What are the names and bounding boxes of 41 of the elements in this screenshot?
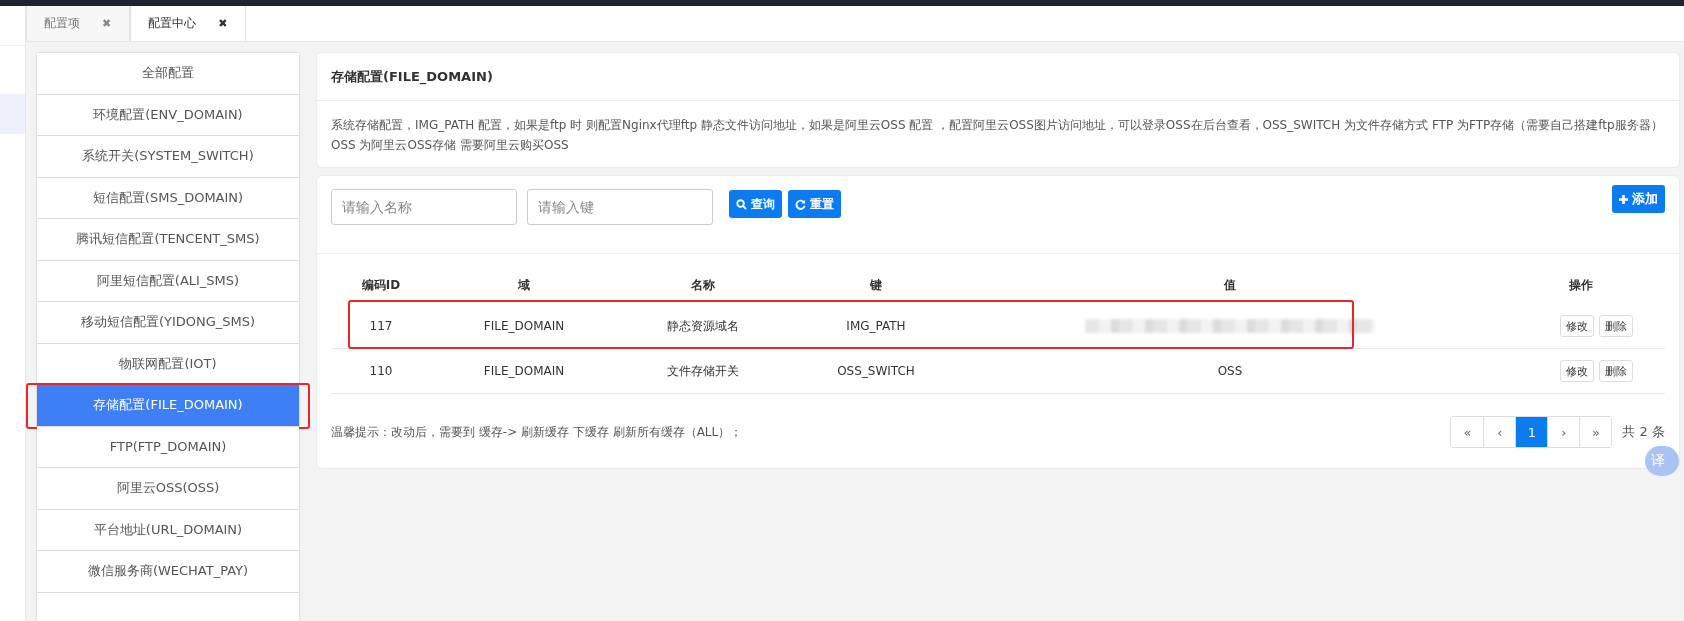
search-icon [736,198,747,210]
total-count: 共 2 条 [1622,423,1665,441]
delete-button[interactable]: 删除 [1598,360,1633,382]
table-cell-text: 110 [368,364,394,378]
sidebar-item[interactable]: 存储配置(FILE_DOMAIN) [37,385,299,427]
query-button[interactable]: 查询 [729,190,782,218]
table-cell-text: 静态资源域名 [666,317,740,335]
table-cell-text: FILE_DOMAIN [482,364,566,378]
table-cell-text: IMG_PATH [845,319,907,333]
tab[interactable]: 配置项 ✖ [26,6,131,41]
table-cell-text: 文件存储开关 [666,362,740,380]
sidebar-item[interactable]: FTP(FTP_DOMAIN) [37,426,299,468]
sidebar-item[interactable]: 全部配置 [37,53,299,95]
card-title: 存储配置(FILE_DOMAIN) [331,67,493,86]
add-button[interactable]: 添加 [1612,185,1665,213]
column-header: 名称 [690,277,716,294]
column-header: 键 [869,277,883,294]
tab[interactable]: 配置中心 ✖ [130,6,247,41]
column-header: 域 [516,277,531,294]
plus-icon [1619,194,1628,204]
refresh-icon [795,198,806,210]
key-search-field[interactable]: 请输入键 [527,189,713,225]
tab-label: 配置中心 [148,15,197,32]
close-icon[interactable]: ✖ [218,17,228,30]
edit-button[interactable]: 修改 [1559,315,1594,337]
table-cell-text: FILE_DOMAIN [482,319,566,333]
table-cell-text: OSS_SWITCH [836,364,916,378]
last-page-button[interactable]: » [1579,417,1612,447]
tab-label: 配置项 [44,15,80,32]
description: 系统存储配置，IMG_PATH 配置，如果是ftp 时 则配置Nginx代理ftp 静态文件访问地址，如果是阿里云OSS 配置 ，配置阿里云OSS图片访问地址，可以登录OSS在后台查看，OSS_SWITCH 为文件存储方式 FTP 为FTP存储（需要自己搭建ftp服务器） OSS 为阿里云OSS存储 需要阿里云购买OSS [330,117,1664,154]
table-cell-text: 117 [368,319,394,333]
delete-button[interactable]: 删除 [1598,315,1633,337]
column-header: 操作 [1568,277,1594,294]
column-header: 编码ID [360,277,402,294]
table-cell-text: OSS [1216,364,1244,378]
name-search-field[interactable]: 请输入名称 [331,189,517,225]
tip-text: 温馨提示：改动后，需要到 缓存-> 刷新缓存 下缓存 刷新所有缓存（ALL）； [331,423,743,441]
edit-button[interactable]: 修改 [1559,360,1594,382]
reset-button[interactable]: 重置 [788,190,841,218]
page-button[interactable]: 1 [1515,417,1548,447]
column-header: 值 [1222,277,1237,294]
